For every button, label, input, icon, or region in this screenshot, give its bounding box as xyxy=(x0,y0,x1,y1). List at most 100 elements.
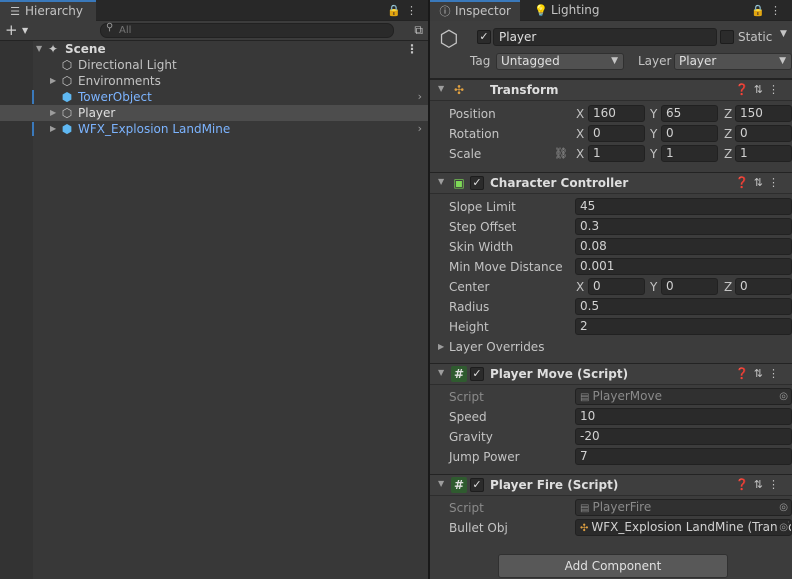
add-component-button[interactable]: Add Component xyxy=(498,554,728,578)
axis-y-label[interactable]: Y xyxy=(650,280,657,294)
position-y-field[interactable]: 65 xyxy=(661,105,718,122)
chevron-right-icon[interactable]: › xyxy=(418,89,422,105)
search-input[interactable] xyxy=(119,24,389,37)
tab-lighting[interactable]: 💡 Lighting xyxy=(526,0,616,21)
axis-x-label[interactable]: X xyxy=(576,107,584,121)
lock-icon[interactable]: 🔒 xyxy=(387,4,406,17)
skin-width-field[interactable]: 0.08 xyxy=(575,238,792,255)
static-checkbox[interactable] xyxy=(720,30,734,44)
slope-limit-field[interactable]: 45 xyxy=(575,198,792,215)
gravity-field[interactable]: -20 xyxy=(575,428,792,445)
scale-y-field[interactable]: 1 xyxy=(661,145,718,162)
expanded-arrow-icon[interactable]: ▼ xyxy=(438,177,444,186)
more-menu-icon[interactable]: ⋮ xyxy=(768,83,784,96)
hierarchy-item-directional-light[interactable]: ⬡ Directional Light xyxy=(0,57,428,73)
create-button[interactable]: + ▼ xyxy=(5,22,33,39)
axis-x-label[interactable]: X xyxy=(576,127,584,141)
scale-label: Scale xyxy=(449,147,482,161)
tab-inspector[interactable]: ⓘ Inspector xyxy=(430,0,520,21)
rotation-y-field[interactable]: 0 xyxy=(661,125,718,142)
presets-icon[interactable]: ⇅ xyxy=(754,176,768,189)
presets-icon[interactable]: ⇅ xyxy=(754,83,768,96)
rotation-z-field[interactable]: 0 xyxy=(735,125,792,142)
expanded-arrow-icon[interactable]: ▼ xyxy=(438,84,444,93)
hierarchy-item-player[interactable]: ▶ ⬡ Player xyxy=(0,105,428,121)
min-move-distance-field[interactable]: 0.001 xyxy=(575,258,792,275)
player-fire-header[interactable]: ▼ # ✓ Player Fire (Script) ❓⇅⋮ xyxy=(430,474,792,496)
unity-scene-icon: ✦ xyxy=(47,42,59,56)
axis-z-label[interactable]: Z xyxy=(724,127,732,141)
scale-x-field[interactable]: 1 xyxy=(588,145,645,162)
expanded-arrow-icon[interactable]: ▼ xyxy=(36,41,42,57)
constrain-proportions-icon[interactable]: ⛓ xyxy=(554,147,568,160)
axis-x-label[interactable]: X xyxy=(576,147,584,161)
center-z-field[interactable]: 0 xyxy=(735,278,792,295)
axis-x-label[interactable]: X xyxy=(576,280,584,294)
hierarchy-search[interactable]: ⚲ xyxy=(100,22,394,38)
more-menu-icon[interactable]: ⋮ xyxy=(768,478,784,491)
help-icon[interactable]: ❓ xyxy=(735,176,754,189)
help-icon[interactable]: ❓ xyxy=(735,83,754,96)
scene-visibility-icon[interactable]: ⧉ xyxy=(414,23,423,38)
inspector-tab-tools: 🔒⋮ xyxy=(751,0,786,21)
position-z-field[interactable]: 150 xyxy=(735,105,792,122)
object-picker-icon[interactable]: ◎ xyxy=(777,520,788,535)
collapsed-arrow-icon[interactable]: ▶ xyxy=(50,73,56,89)
step-offset-field[interactable]: 0.3 xyxy=(575,218,792,235)
hierarchy-item-wfx-explosion-landmine[interactable]: ▶ ⬢ WFX_Explosion LandMine › xyxy=(0,121,428,137)
active-checkbox[interactable]: ✓ xyxy=(477,30,491,44)
center-y-field[interactable]: 0 xyxy=(661,278,718,295)
bullet-obj-field[interactable]: ✣WFX_Explosion LandMine (Transform) ◎ xyxy=(575,519,792,536)
list-icon: ☰ xyxy=(10,5,20,18)
more-menu-icon[interactable]: ⋮ xyxy=(768,367,784,380)
layer-overrides-foldout[interactable]: Layer Overrides xyxy=(449,340,544,354)
center-label: Center xyxy=(449,280,490,294)
axis-y-label[interactable]: Y xyxy=(650,127,657,141)
search-icon: ⚲ xyxy=(106,22,114,33)
lock-icon[interactable]: 🔒 xyxy=(751,4,770,17)
collapsed-arrow-icon[interactable]: ▶ xyxy=(50,105,56,121)
help-icon[interactable]: ❓ xyxy=(735,367,754,380)
more-menu-icon[interactable]: ⋮ xyxy=(406,4,422,17)
transform-header[interactable]: ▼ ✣ Transform ❓⇅⋮ xyxy=(430,79,792,101)
chevron-right-icon[interactable]: › xyxy=(418,121,422,137)
object-name-field[interactable]: Player xyxy=(493,28,717,46)
speed-field[interactable]: 10 xyxy=(575,408,792,425)
expanded-arrow-icon[interactable]: ▼ xyxy=(438,368,444,377)
center-x-field[interactable]: 0 xyxy=(588,278,645,295)
scene-row[interactable]: ▼ ✦ Scene ⋮ xyxy=(0,41,428,57)
layer-dropdown[interactable]: Player ▼ xyxy=(674,53,792,70)
more-menu-icon[interactable]: ⋮ xyxy=(768,176,784,189)
radius-field[interactable]: 0.5 xyxy=(575,298,792,315)
presets-icon[interactable]: ⇅ xyxy=(754,478,768,491)
collapsed-arrow-icon[interactable]: ▶ xyxy=(438,342,444,351)
tab-hierarchy[interactable]: ☰ Hierarchy xyxy=(0,0,96,21)
hierarchy-item-environments[interactable]: ▶ ⬡ Environments xyxy=(0,73,428,89)
axis-y-label[interactable]: Y xyxy=(650,107,657,121)
help-icon[interactable]: ❓ xyxy=(735,478,754,491)
script-label: Script xyxy=(449,390,484,404)
axis-y-label[interactable]: Y xyxy=(650,147,657,161)
scale-z-field[interactable]: 1 xyxy=(735,145,792,162)
axis-z-label[interactable]: Z xyxy=(724,107,732,121)
scene-menu-icon[interactable]: ⋮ xyxy=(406,41,418,57)
position-x-field[interactable]: 160 xyxy=(588,105,645,122)
axis-z-label[interactable]: Z xyxy=(724,280,732,294)
character-controller-header[interactable]: ▼ ▣ ✓ Character Controller ❓⇅⋮ xyxy=(430,172,792,194)
more-menu-icon[interactable]: ⋮ xyxy=(770,4,786,17)
rotation-x-field[interactable]: 0 xyxy=(588,125,645,142)
player-fire-enabled-checkbox[interactable]: ✓ xyxy=(470,478,484,492)
chevron-down-icon[interactable]: ▼ xyxy=(780,29,787,39)
expanded-arrow-icon[interactable]: ▼ xyxy=(438,479,444,488)
player-move-header[interactable]: ▼ # ✓ Player Move (Script) ❓⇅⋮ xyxy=(430,363,792,385)
tag-label: Tag xyxy=(470,54,491,68)
collapsed-arrow-icon[interactable]: ▶ xyxy=(50,121,56,137)
presets-icon[interactable]: ⇅ xyxy=(754,367,768,380)
character-controller-enabled-checkbox[interactable]: ✓ xyxy=(470,176,484,190)
axis-z-label[interactable]: Z xyxy=(724,147,732,161)
jump-power-field[interactable]: 7 xyxy=(575,448,792,465)
height-field[interactable]: 2 xyxy=(575,318,792,335)
tag-dropdown[interactable]: Untagged ▼ xyxy=(496,53,624,70)
hierarchy-item-towerobject[interactable]: ⬢ TowerObject › xyxy=(0,89,428,105)
player-move-enabled-checkbox[interactable]: ✓ xyxy=(470,367,484,381)
